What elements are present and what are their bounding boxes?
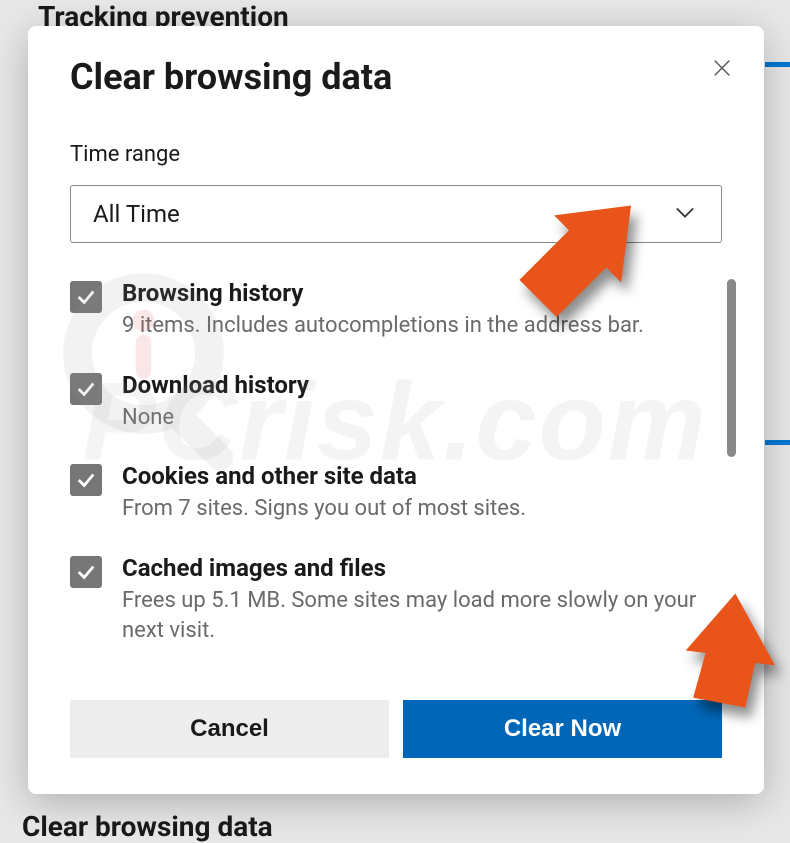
option-download-history: Download history None (70, 371, 722, 433)
annotation-arrow-1 (512, 198, 636, 322)
option-title: Download history (122, 371, 722, 399)
time-range-value: All Time (93, 200, 180, 228)
scrollbar-th项目[interactable] (727, 279, 736, 457)
option-text: Cookies and other site data From 7 sites… (122, 462, 722, 524)
option-desc: None (122, 403, 722, 433)
chevron-down-icon (671, 198, 699, 230)
dialog-title: Clear browsing data (70, 56, 722, 98)
checkbox-download-history[interactable] (70, 373, 102, 405)
clear-browsing-data-dialog: Clear browsing data Time range All Time … (28, 26, 764, 794)
options-list: Browsing history 9 items. Includes autoc… (70, 279, 722, 645)
option-text: Cached images and files Frees up 5.1 MB.… (122, 554, 722, 645)
time-range-label: Time range (70, 142, 722, 167)
annotation-arrow-2 (656, 586, 780, 710)
checkmark-icon (75, 561, 97, 583)
backdrop-heading-bottom: Clear browsing data (22, 810, 273, 843)
checkmark-icon (75, 286, 97, 308)
option-desc: Frees up 5.1 MB. Some sites may load mor… (122, 586, 722, 645)
checkbox-cookies[interactable] (70, 464, 102, 496)
option-title: Cookies and other site data (122, 462, 722, 490)
backdrop-stripe-2 (765, 440, 790, 445)
checkmark-icon (75, 469, 97, 491)
close-button[interactable] (708, 54, 736, 82)
option-text: Download history None (122, 371, 722, 433)
option-desc: From 7 sites. Signs you out of most site… (122, 494, 722, 524)
option-cache: Cached images and files Frees up 5.1 MB.… (70, 554, 722, 645)
dialog-buttons: Cancel Clear Now (70, 700, 722, 758)
cancel-button[interactable]: Cancel (70, 700, 389, 758)
checkbox-cache[interactable] (70, 556, 102, 588)
close-icon (711, 57, 733, 79)
checkmark-icon (75, 378, 97, 400)
option-title: Cached images and files (122, 554, 722, 582)
checkbox-browsing-history[interactable] (70, 281, 102, 313)
option-cookies: Cookies and other site data From 7 sites… (70, 462, 722, 524)
backdrop-stripe (765, 62, 790, 67)
options-scroll-area: Browsing history 9 items. Includes autoc… (70, 279, 722, 664)
